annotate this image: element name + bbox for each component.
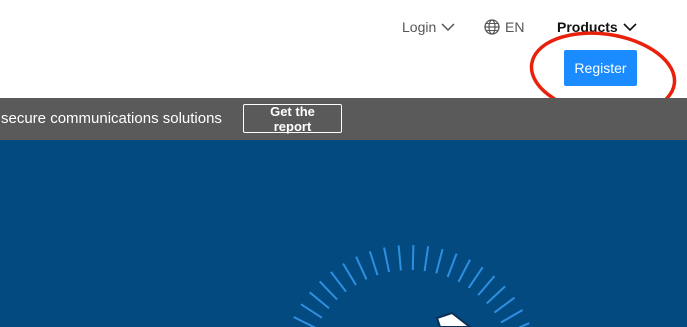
hero-burst-lines [293, 245, 530, 327]
burst-line [300, 303, 323, 319]
burst-line [435, 248, 444, 274]
products-label: Products [557, 19, 618, 35]
burst-line [493, 296, 516, 314]
burst-line [446, 253, 458, 278]
globe-icon [484, 19, 500, 35]
burst-line [383, 247, 391, 273]
register-button[interactable]: Register [564, 50, 637, 86]
burst-line [318, 280, 338, 301]
burst-line [517, 322, 530, 327]
promo-banner: secure communications solutions Get the … [0, 98, 687, 140]
burst-line [355, 256, 368, 280]
hero-section [0, 140, 687, 327]
burst-line [309, 291, 330, 309]
burst-line [342, 263, 357, 286]
chevron-down-icon [623, 23, 637, 32]
login-label: Login [402, 19, 437, 35]
login-menu[interactable]: Login [402, 17, 455, 37]
burst-line [423, 246, 430, 272]
paper-plane-icon [435, 311, 472, 327]
burst-line [411, 245, 415, 271]
products-menu[interactable]: Products [557, 17, 637, 37]
get-report-button[interactable]: Get the report [243, 104, 342, 134]
burst-line [330, 271, 347, 293]
burst-line [293, 316, 316, 327]
burst-line [457, 259, 471, 283]
hero-illustration [293, 245, 530, 327]
top-navigation: Login EN Products Register [0, 0, 687, 117]
language-selector[interactable]: EN [484, 17, 524, 37]
burst-line [368, 251, 379, 276]
burst-line [500, 309, 524, 324]
burst-line [477, 275, 496, 296]
burst-line [486, 285, 506, 305]
burst-line [467, 266, 484, 289]
banner-text: secure communications solutions [1, 110, 222, 127]
language-label: EN [505, 19, 525, 35]
chevron-down-icon [441, 23, 455, 32]
burst-line [397, 245, 402, 271]
